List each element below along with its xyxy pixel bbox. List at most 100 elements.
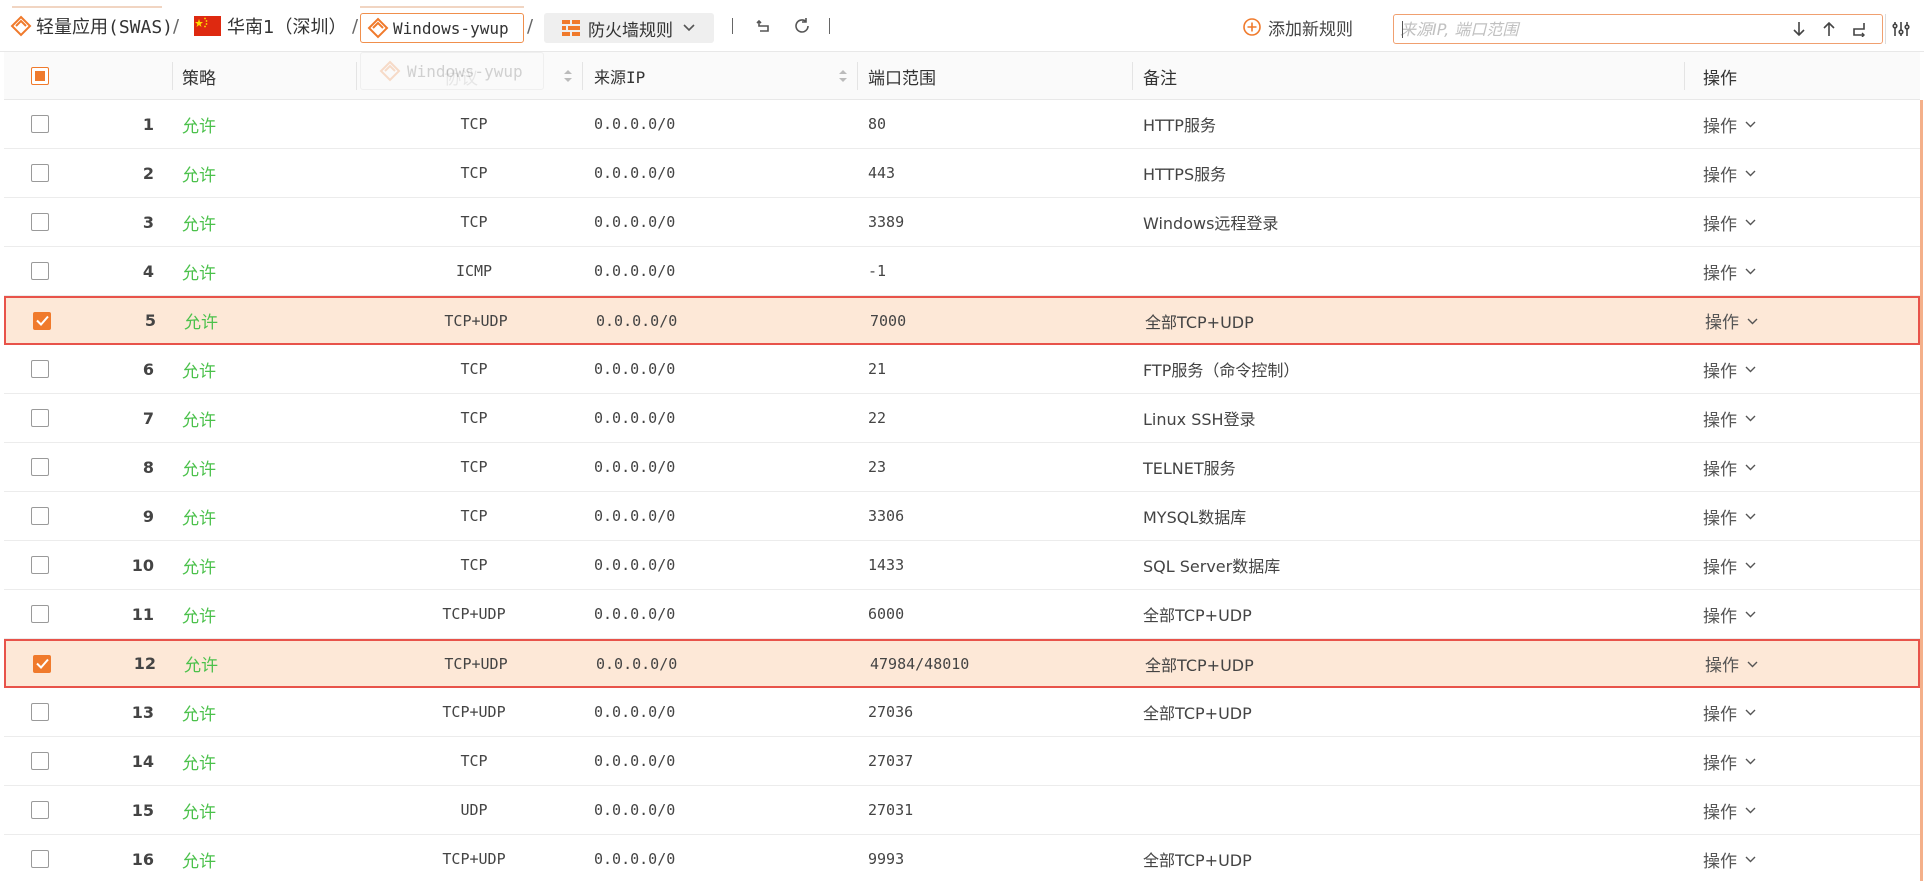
row-action-dropdown[interactable]: 操作 — [1703, 198, 1756, 246]
checkbox-box — [31, 605, 49, 623]
row-policy: 允许 — [182, 557, 216, 578]
row-checkbox[interactable] — [31, 345, 49, 393]
add-rule-button[interactable]: 添加新规则 — [1242, 13, 1353, 41]
table-row[interactable]: 6 允许 TCP 0.0.0.0/0 21 FTP服务（命令控制） 操作 — [4, 345, 1920, 394]
arrow-down-icon[interactable] — [1788, 18, 1810, 40]
enter-icon[interactable] — [1848, 18, 1870, 40]
breadcrumb-region[interactable]: 华南1（深圳） — [194, 0, 346, 52]
checkbox-box — [31, 360, 49, 378]
row-action-dropdown[interactable]: 操作 — [1703, 247, 1756, 295]
chevron-down-icon — [1745, 117, 1756, 131]
row-checkbox[interactable] — [31, 394, 49, 442]
china-flag-icon — [194, 16, 221, 36]
row-action-dropdown[interactable]: 操作 — [1703, 688, 1756, 736]
row-port-range: 22 — [868, 409, 887, 427]
table-row[interactable]: 11 允许 TCP+UDP 0.0.0.0/0 6000 全部TCP+UDP 操作 — [4, 590, 1920, 639]
arrow-up-icon[interactable] — [1818, 18, 1840, 40]
table-row[interactable]: 5 允许 TCP+UDP 0.0.0.0/0 7000 全部TCP+UDP 操作 — [4, 296, 1920, 345]
row-policy: 允许 — [182, 214, 216, 235]
row-checkbox[interactable] — [33, 641, 51, 686]
row-checkbox[interactable] — [31, 737, 49, 785]
row-checkbox[interactable] — [31, 247, 49, 295]
sort-icon[interactable] — [563, 68, 573, 84]
table-row[interactable]: 4 允许 ICMP 0.0.0.0/0 -1 操作 — [4, 247, 1920, 296]
row-source-ip: 0.0.0.0/0 — [594, 213, 676, 231]
row-source-ip: 0.0.0.0/0 — [596, 654, 678, 673]
row-checkbox[interactable] — [31, 149, 49, 197]
row-remark: 全部TCP+UDP — [1143, 704, 1252, 723]
row-action-dropdown[interactable]: 操作 — [1703, 835, 1756, 881]
row-remark: TELNET服务 — [1143, 459, 1236, 478]
row-remark: HTTP服务 — [1143, 116, 1216, 135]
row-action-dropdown[interactable]: 操作 — [1703, 345, 1756, 393]
row-action-dropdown[interactable]: 操作 — [1703, 786, 1756, 834]
row-checkbox[interactable] — [31, 688, 49, 736]
row-checkbox[interactable] — [31, 492, 49, 540]
table-row[interactable]: 15 允许 UDP 0.0.0.0/0 27031 操作 — [4, 786, 1920, 835]
table-row[interactable]: 1 允许 TCP 0.0.0.0/0 80 HTTP服务 操作 — [4, 100, 1920, 149]
refresh-icon[interactable] — [791, 15, 813, 37]
row-action-dropdown[interactable]: 操作 — [1703, 100, 1756, 148]
table-row[interactable]: 9 允许 TCP 0.0.0.0/0 3306 MYSQL数据库 操作 — [4, 492, 1920, 541]
column-settings-icon[interactable] — [1885, 14, 1915, 44]
row-action-dropdown[interactable]: 操作 — [1705, 298, 1758, 343]
row-action-dropdown[interactable]: 操作 — [1703, 394, 1756, 442]
breadcrumb-region-label: 华南1（深圳） — [227, 17, 347, 38]
row-protocol: TCP — [460, 213, 488, 231]
row-action-dropdown[interactable]: 操作 — [1703, 443, 1756, 491]
row-checkbox[interactable] — [31, 443, 49, 491]
sort-icon[interactable] — [838, 68, 848, 84]
row-action-dropdown[interactable]: 操作 — [1703, 590, 1756, 638]
row-remark: Windows远程登录 — [1143, 214, 1279, 233]
chevron-down-icon — [1745, 411, 1756, 425]
table-row[interactable]: 2 允许 TCP 0.0.0.0/0 443 HTTPS服务 操作 — [4, 149, 1920, 198]
breadcrumb-instance[interactable]: Windows-ywup — [360, 13, 524, 43]
row-policy: 允许 — [182, 263, 216, 284]
row-checkbox[interactable] — [31, 198, 49, 246]
row-action-dropdown[interactable]: 操作 — [1703, 149, 1756, 197]
table-row[interactable]: 7 允许 TCP 0.0.0.0/0 22 Linux SSH登录 操作 — [4, 394, 1920, 443]
row-index: 3 — [142, 212, 154, 232]
row-action-dropdown[interactable]: 操作 — [1703, 492, 1756, 540]
table-row[interactable]: 14 允许 TCP 0.0.0.0/0 27037 操作 — [4, 737, 1920, 786]
chevron-down-icon — [1745, 215, 1756, 229]
drag-ghost-tab: Windows-ywup — [360, 52, 544, 90]
table-row[interactable]: 13 允许 TCP+UDP 0.0.0.0/0 27036 全部TCP+UDP 操作 — [4, 688, 1920, 737]
table-row[interactable]: 12 允许 TCP+UDP 0.0.0.0/0 47984/48010 全部TCP+UDP… — [4, 639, 1920, 688]
row-checkbox[interactable] — [33, 298, 51, 343]
row-port-range: 80 — [868, 115, 887, 133]
select-all-checkbox-box — [31, 67, 49, 85]
row-checkbox[interactable] — [31, 541, 49, 589]
chevron-down-icon — [683, 24, 695, 32]
row-policy: 允许 — [182, 361, 216, 382]
search-input[interactable] — [1400, 17, 1760, 41]
breadcrumb-swas[interactable]: 轻量应用(SWAS) — [10, 0, 173, 52]
table-row[interactable]: 10 允许 TCP 0.0.0.0/0 1433 SQL Server数据库 操作 — [4, 541, 1920, 590]
chevron-down-icon — [1745, 166, 1756, 180]
row-remark: 全部TCP+UDP — [1143, 851, 1252, 870]
table-header: 策略 协议 来源IP 端口范围 备注 操作 — [4, 52, 1920, 100]
row-action-dropdown[interactable]: 操作 — [1703, 541, 1756, 589]
row-checkbox[interactable] — [31, 100, 49, 148]
row-remark: HTTPS服务 — [1143, 165, 1227, 184]
back-icon[interactable] — [752, 15, 774, 37]
breadcrumb-firewall-dropdown[interactable]: 防火墙规则 — [544, 13, 714, 43]
checkbox-box — [31, 850, 49, 868]
row-port-range: 6000 — [868, 605, 905, 623]
row-port-range: 47984/48010 — [870, 654, 970, 673]
breadcrumb-separator: / — [173, 15, 180, 37]
row-checkbox[interactable] — [31, 590, 49, 638]
vertical-scrollbar[interactable] — [1920, 100, 1923, 881]
row-checkbox[interactable] — [31, 786, 49, 834]
row-checkbox[interactable] — [31, 835, 49, 881]
checkbox-box — [31, 752, 49, 770]
row-action-dropdown[interactable]: 操作 — [1703, 737, 1756, 785]
row-action-dropdown[interactable]: 操作 — [1705, 641, 1758, 686]
column-header-source-ip[interactable]: 来源IP — [594, 52, 645, 100]
table-row[interactable]: 16 允许 TCP+UDP 0.0.0.0/0 9993 全部TCP+UDP 操作 — [4, 835, 1920, 881]
table-row[interactable]: 8 允许 TCP 0.0.0.0/0 23 TELNET服务 操作 — [4, 443, 1920, 492]
select-all-checkbox[interactable] — [31, 52, 49, 100]
table-row[interactable]: 3 允许 TCP 0.0.0.0/0 3389 Windows远程登录 操作 — [4, 198, 1920, 247]
row-source-ip: 0.0.0.0/0 — [594, 605, 676, 623]
row-policy: 允许 — [184, 656, 218, 676]
